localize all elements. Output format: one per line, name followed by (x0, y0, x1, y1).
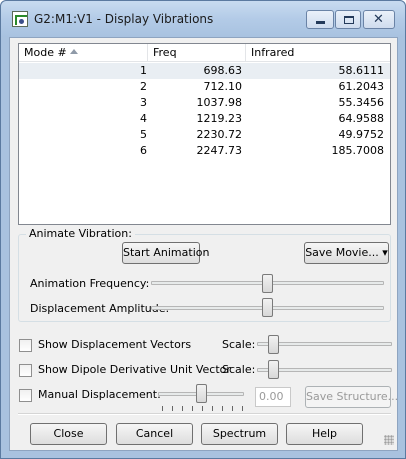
column-header-freq-label: Freq (153, 46, 177, 59)
save-movie-button[interactable]: Save Movie... ▾ (304, 242, 389, 264)
cell-mode: 4 (140, 112, 147, 125)
show-displacement-vectors-checkbox[interactable] (19, 339, 32, 352)
maximize-button[interactable] (335, 10, 361, 29)
table-row[interactable]: 3 1037.98 55.3456 (19, 95, 390, 111)
manual-displacement-ticks (162, 406, 244, 411)
cell-mode: 1 (140, 64, 147, 77)
column-header-mode-label: Mode # (24, 46, 67, 59)
table-header: Mode # Freq Infrared (19, 44, 390, 62)
cell-freq: 1219.23 (196, 112, 243, 125)
close-window-button[interactable]: ✕ (363, 10, 395, 29)
displacement-scale-slider-thumb[interactable] (268, 335, 279, 354)
cell-freq: 712.10 (203, 80, 243, 93)
animation-frequency-slider-thumb[interactable] (261, 274, 273, 293)
display-vibrations-window: G2:M1:V1 - Display Vibrations ✕ Mode # F… (0, 0, 406, 459)
dialog-client-area: Mode # Freq Infrared 1 698.63 58.6111 2 … (9, 37, 398, 451)
spectrum-button[interactable]: Spectrum (201, 423, 278, 445)
resize-grip-icon[interactable] (384, 435, 394, 445)
column-header-freq[interactable]: Freq (148, 44, 246, 62)
cell-infrared: 49.9752 (338, 128, 385, 141)
minimize-button[interactable] (306, 10, 334, 29)
dipole-scale-slider-thumb[interactable] (268, 360, 279, 379)
cell-mode: 5 (140, 128, 147, 141)
minimize-icon (316, 21, 325, 24)
animate-vibration-group: Animate Vibration: Start Animation Save … (18, 227, 391, 322)
cell-infrared: 55.3456 (338, 96, 385, 109)
table-row[interactable]: 2 712.10 61.2043 (19, 79, 390, 95)
displacement-amplitude-label: Displacement Amplitude: (30, 302, 170, 315)
cancel-button[interactable]: Cancel (116, 423, 193, 445)
manual-displacement-slider-thumb[interactable] (196, 384, 207, 403)
manual-displacement-checkbox[interactable] (19, 389, 32, 402)
show-dipole-derivative-label: Show Dipole Derivative Unit Vector (38, 363, 231, 376)
displacement-amplitude-slider-thumb[interactable] (261, 298, 273, 317)
gaussview-app-icon (12, 11, 28, 27)
close-button[interactable]: Close (30, 423, 107, 445)
show-displacement-vectors-label: Show Displacement Vectors (38, 338, 192, 351)
vibrations-table[interactable]: Mode # Freq Infrared 1 698.63 58.6111 2 … (18, 43, 391, 225)
cell-freq: 2247.73 (196, 144, 243, 157)
sort-ascending-icon (70, 49, 78, 54)
table-row[interactable]: 4 1219.23 64.9588 (19, 111, 390, 127)
table-row[interactable]: 5 2230.72 49.9752 (19, 127, 390, 143)
animate-vibration-label: Animate Vibration: (26, 227, 135, 240)
column-header-infrared-label: Infrared (251, 46, 295, 59)
cell-mode: 6 (140, 144, 147, 157)
cell-infrared: 64.9588 (338, 112, 385, 125)
show-dipole-derivative-checkbox[interactable] (19, 364, 32, 377)
cell-infrared: 185.7008 (331, 144, 385, 157)
maximize-icon (344, 16, 354, 24)
animation-frequency-label: Animation Frequency: (30, 277, 150, 290)
table-row[interactable]: 6 2247.73 185.7008 (19, 143, 390, 159)
column-header-infrared[interactable]: Infrared (246, 44, 390, 62)
cell-mode: 3 (140, 96, 147, 109)
cell-infrared: 58.6111 (338, 64, 385, 77)
title-bar[interactable]: G2:M1:V1 - Display Vibrations ✕ (1, 1, 405, 37)
help-button[interactable]: Help (286, 423, 363, 445)
manual-displacement-label: Manual Displacement: (38, 388, 161, 401)
manual-displacement-value-field[interactable]: 0.00 (255, 387, 291, 407)
cell-freq: 698.63 (203, 64, 243, 77)
dipole-scale-label: Scale: (222, 363, 256, 376)
window-title: G2:M1:V1 - Display Vibrations (34, 12, 214, 26)
displacement-scale-label: Scale: (222, 338, 256, 351)
footer-separator (18, 413, 391, 415)
column-header-mode[interactable]: Mode # (19, 44, 148, 62)
close-icon: ✕ (373, 12, 384, 27)
save-movie-label: Save Movie... (305, 246, 379, 259)
start-animation-button[interactable]: Start Animation (122, 242, 209, 264)
cell-mode: 2 (140, 80, 147, 93)
save-structure-button[interactable]: Save Structure... (305, 386, 398, 408)
cell-freq: 1037.98 (196, 96, 243, 109)
cell-infrared: 61.2043 (338, 80, 385, 93)
cell-freq: 2230.72 (196, 128, 243, 141)
table-row[interactable]: 1 698.63 58.6111 (19, 63, 390, 79)
dropdown-arrow-icon: ▾ (378, 246, 388, 259)
